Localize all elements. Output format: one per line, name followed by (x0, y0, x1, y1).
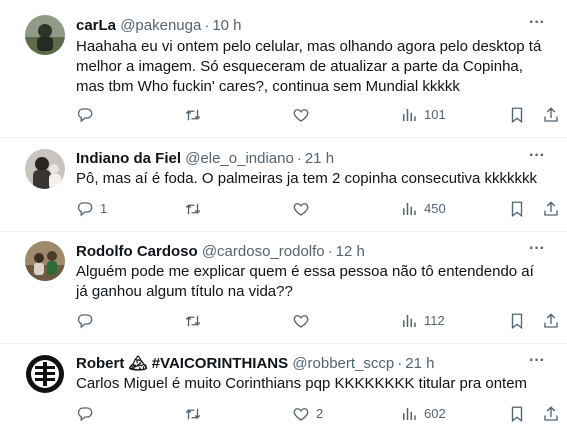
views-button[interactable]: 450 (400, 199, 446, 219)
tweet-text: Pô, mas aí é foda. O palmeiras ja tem 2 … (76, 170, 538, 187)
timestamp[interactable]: 21 h (405, 355, 434, 372)
retweet-button[interactable] (184, 105, 208, 125)
bookmark-button[interactable] (508, 404, 526, 424)
like-button[interactable] (292, 199, 316, 219)
tweet-header: Robert 🏔 #VAICORINTHIANS @robbert_sccp · 2… (76, 354, 434, 373)
share-button[interactable] (542, 105, 560, 125)
tweet-text: Haahaha eu vi ontem pelo celular, mas ol… (76, 38, 542, 95)
user-handle[interactable]: @ele_o_indiano (185, 150, 294, 167)
reply-icon (77, 108, 93, 123)
heart-icon (293, 408, 309, 421)
bookmark-icon (511, 406, 523, 423)
retweet-button[interactable] (184, 311, 208, 331)
user-handle[interactable]: @robbert_sccp (292, 355, 394, 372)
timestamp[interactable]: 21 h (305, 150, 334, 167)
avatar[interactable] (25, 354, 65, 394)
like-button[interactable] (292, 311, 316, 331)
views-icon (403, 408, 416, 420)
reply-icon (77, 314, 93, 329)
separator-dot: · (204, 17, 210, 34)
reply-count: 1 (100, 201, 108, 216)
heart-icon (293, 315, 309, 328)
bookmark-icon (511, 201, 523, 218)
reply-button[interactable] (76, 311, 100, 331)
avatar[interactable] (25, 241, 65, 281)
avatar[interactable] (25, 149, 65, 189)
retweet-button[interactable] (184, 199, 208, 219)
share-icon (544, 406, 558, 421)
display-name[interactable]: Rodolfo Cardoso (76, 243, 198, 260)
action-bar: 1 450 (76, 199, 567, 219)
display-name[interactable]: Robert (76, 355, 124, 372)
retweet-icon (185, 203, 201, 215)
views-count: 602 (424, 406, 446, 421)
views-button[interactable]: 112 (400, 311, 445, 331)
more-icon[interactable]: ··· (527, 148, 547, 169)
avatar[interactable] (25, 15, 65, 55)
bookmark-button[interactable] (508, 199, 526, 219)
tweet-header: Rodolfo Cardoso @cardoso_rodolfo · 12 h (76, 242, 365, 261)
reply-button[interactable] (76, 404, 100, 424)
like-button[interactable] (292, 105, 316, 125)
more-icon[interactable]: ··· (527, 353, 547, 374)
tweet[interactable]: Indiano da Fiel @ele_o_indiano · 21 h ··· … (0, 138, 567, 232)
separator-dot: · (397, 355, 403, 372)
mountain-emoji-icon: 🏔 (128, 355, 148, 372)
views-count: 112 (424, 313, 445, 328)
tweet-header: Indiano da Fiel @ele_o_indiano · 21 h (76, 149, 334, 168)
reply-icon (77, 407, 93, 422)
timestamp[interactable]: 10 h (212, 17, 241, 34)
display-name[interactable]: carLa (76, 17, 116, 34)
bookmark-icon (511, 107, 523, 124)
user-handle[interactable]: @pakenuga (120, 17, 201, 34)
retweet-icon (185, 315, 201, 327)
retweet-icon (185, 109, 201, 121)
separator-dot: · (296, 150, 302, 167)
reply-button[interactable]: 1 (76, 199, 107, 219)
timestamp[interactable]: 12 h (336, 243, 365, 260)
action-bar: 101 (76, 105, 567, 125)
share-button[interactable] (542, 311, 560, 331)
retweet-icon (185, 408, 201, 420)
tweet[interactable]: carLa @pakenuga · 10 h ··· Haahaha eu vi o… (0, 0, 567, 138)
views-icon (403, 203, 416, 215)
display-name[interactable]: Indiano da Fiel (76, 150, 181, 167)
heart-icon (293, 109, 309, 122)
views-count: 450 (424, 201, 446, 216)
reply-button[interactable] (76, 105, 100, 125)
views-button[interactable]: 602 (400, 404, 446, 424)
bookmark-button[interactable] (508, 105, 526, 125)
user-handle[interactable]: @cardoso_rodolfo (202, 243, 325, 260)
action-bar: 2 602 (76, 404, 567, 424)
views-icon (403, 109, 416, 121)
retweet-button[interactable] (184, 404, 208, 424)
bookmark-icon (511, 313, 523, 330)
share-button[interactable] (542, 199, 560, 219)
action-bar: 112 (76, 311, 567, 331)
tweet-text: Alguém pode me explicar quem é essa pess… (76, 263, 534, 300)
more-icon[interactable]: ··· (527, 15, 547, 36)
views-count: 101 (424, 107, 446, 122)
views-icon (403, 315, 416, 327)
tweet-text: Carlos Miguel é muito Corinthians pqp KK… (76, 375, 528, 392)
bookmark-button[interactable] (508, 311, 526, 331)
separator-dot: · (327, 243, 333, 260)
tweet[interactable]: Rodolfo Cardoso @cardoso_rodolfo · 12 h ··… (0, 232, 567, 344)
heart-icon (293, 203, 309, 216)
like-count: 2 (316, 406, 324, 421)
tweet[interactable]: Robert 🏔 #VAICORINTHIANS @robbert_sccp · 2… (0, 344, 567, 443)
reply-feed: carLa @pakenuga · 10 h ··· Haahaha eu vi o… (0, 0, 567, 443)
more-icon[interactable]: ··· (527, 241, 547, 262)
share-icon (544, 107, 558, 122)
display-name-tag[interactable]: #VAICORINTHIANS (152, 355, 288, 372)
views-button[interactable]: 101 (400, 105, 446, 125)
share-button[interactable] (542, 404, 560, 424)
share-icon (544, 201, 558, 216)
share-icon (544, 313, 558, 328)
like-button[interactable]: 2 (292, 404, 323, 424)
tweet-header: carLa @pakenuga · 10 h (76, 16, 242, 35)
reply-icon (77, 202, 93, 217)
